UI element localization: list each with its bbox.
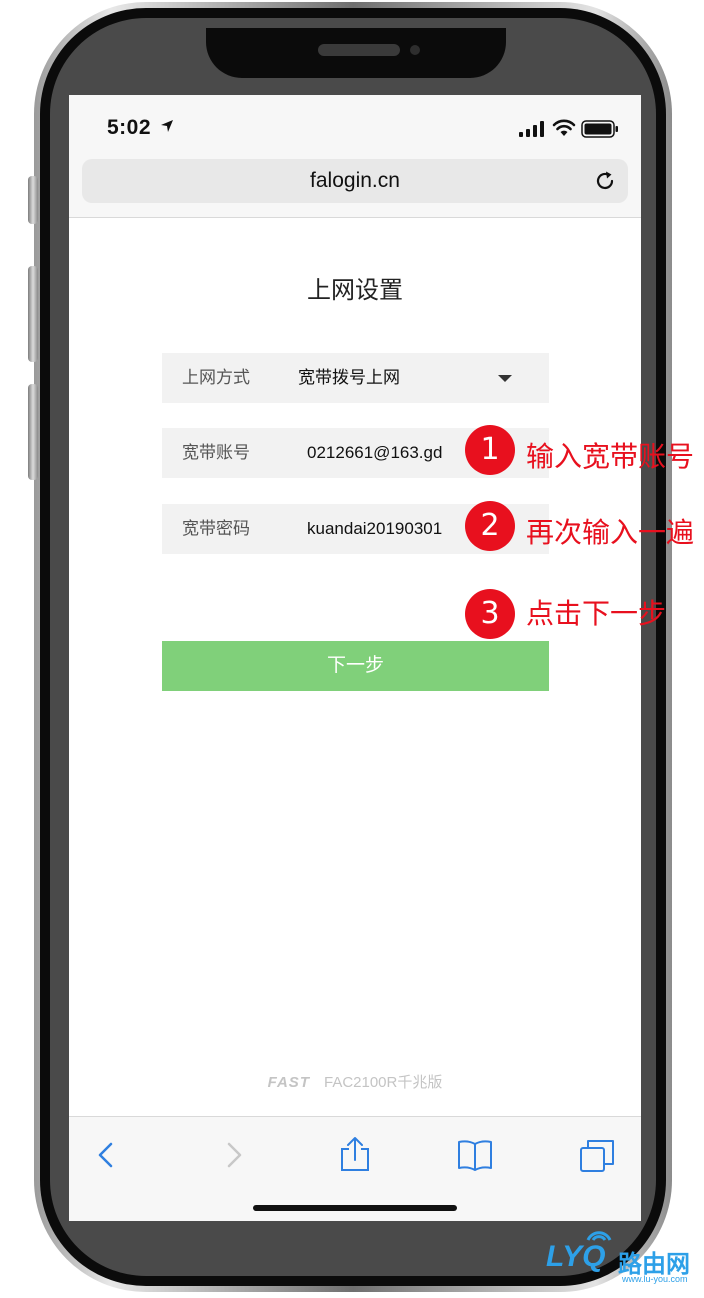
location-arrow-icon: [161, 120, 173, 132]
wifi-icon: [552, 119, 576, 136]
next-step-button[interactable]: 下一步: [162, 641, 549, 691]
back-chevron-icon[interactable]: [89, 1135, 129, 1175]
url-text: falogin.cn: [310, 169, 400, 192]
mute-switch: [28, 176, 38, 224]
connection-type-label: 上网方式: [182, 368, 250, 387]
signal-waves-icon: [586, 1231, 612, 1241]
account-label: 宽带账号: [182, 443, 250, 462]
step-2-marker: 2: [465, 501, 515, 551]
account-value: 0212661@163.gd: [307, 443, 443, 462]
footer-brand: FAST FAC2100R千兆版: [69, 1071, 641, 1092]
connection-type-select[interactable]: 上网方式 宽带拨号上网: [162, 353, 549, 403]
password-label: 宽带密码: [182, 519, 250, 538]
step-3-marker: 3: [465, 589, 515, 639]
page-title: 上网设置: [307, 277, 403, 304]
share-icon[interactable]: [335, 1135, 375, 1175]
phone-screen: 5:02 falogin.cn 上网设置 上网方式 宽带拨号上网 宽带账号 02…: [69, 95, 641, 1221]
browser-address-area: falogin.cn: [69, 157, 641, 218]
fast-logo: FAST: [267, 1074, 310, 1091]
watermark-url: www.lu-you.com: [622, 1274, 688, 1284]
step-1-text: 输入宽带账号: [526, 441, 695, 472]
dropdown-caret-icon: [498, 375, 512, 382]
step-2-text: 再次输入一遍: [526, 517, 695, 548]
browser-toolbar: [69, 1116, 641, 1221]
address-bar[interactable]: falogin.cn: [82, 159, 628, 203]
front-camera: [410, 45, 420, 55]
speaker-grille: [318, 44, 400, 56]
lyq-watermark-logo: LYQ 路由网 www.lu-you.com: [546, 1222, 700, 1288]
password-value: kuandai20190301: [307, 519, 443, 538]
connection-type-value: 宽带拨号上网: [298, 368, 400, 387]
battery-icon: [581, 120, 618, 138]
status-bar: 5:02: [69, 95, 641, 157]
bookmarks-icon[interactable]: [455, 1135, 495, 1175]
tabs-icon[interactable]: [577, 1135, 617, 1175]
step-3-text: 点击下一步: [526, 598, 667, 629]
watermark-letters: LYQ: [546, 1240, 606, 1273]
step-1-marker: 1: [465, 425, 515, 475]
cellular-signal-icon: [519, 121, 544, 137]
reload-icon[interactable]: [594, 170, 616, 192]
volume-down-button: [28, 384, 38, 480]
forward-chevron-icon[interactable]: [211, 1135, 251, 1175]
footer-model: FAC2100R千兆版: [323, 1074, 443, 1091]
status-time: 5:02: [107, 116, 152, 139]
volume-up-button: [28, 266, 38, 362]
home-indicator: [253, 1205, 457, 1211]
